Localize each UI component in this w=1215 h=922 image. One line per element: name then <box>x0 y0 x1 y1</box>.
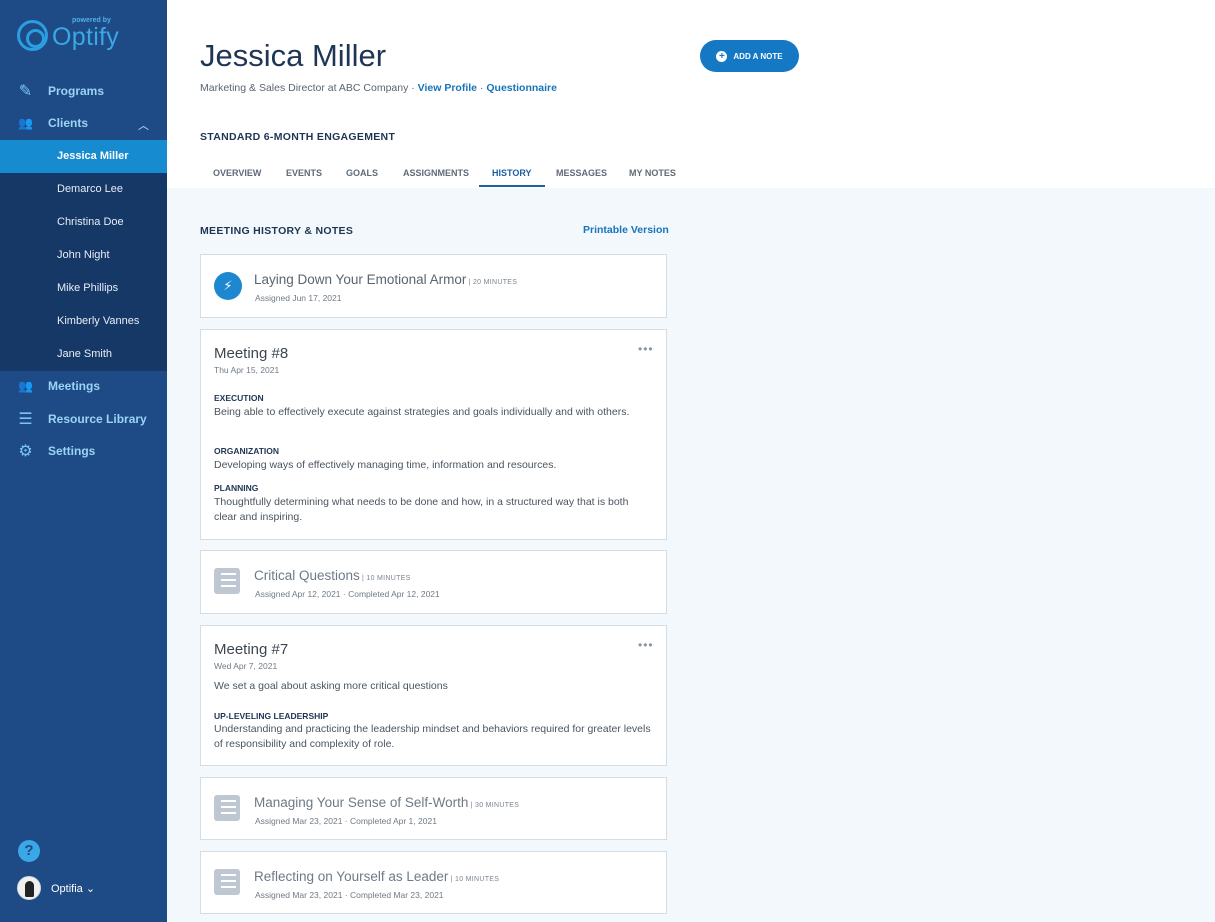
competency-text: Developing ways of effectively managing … <box>214 459 557 471</box>
list-icon <box>214 568 240 594</box>
history-item-assignment[interactable]: ⚡ Laying Down Your Emotional Armor | 20 … <box>200 254 667 318</box>
user-name: Optifia ⌄ <box>51 883 96 895</box>
meetings-icon: 👥 <box>18 379 33 393</box>
assignment-duration: | 10 MINUTES <box>448 876 500 883</box>
chevron-up-icon[interactable]: ︿ <box>138 117 149 133</box>
assignment-duration: | 10 MINUTES <box>359 575 411 582</box>
sidebar-item-label: Meetings <box>48 379 101 393</box>
history-item-assignment[interactable]: Critical Questions | 10 MINUTES Assigned… <box>200 550 667 614</box>
logo-mark-icon <box>17 20 48 51</box>
more-options-icon[interactable]: ••• <box>638 342 654 356</box>
assignment-title: Critical Questions | 10 MINUTES <box>254 568 411 583</box>
edit-icon: ✎ <box>18 83 33 100</box>
list-icon <box>214 795 240 821</box>
help-icon[interactable]: ? <box>18 840 40 862</box>
meeting-title: Meeting #8 <box>214 345 289 362</box>
page-title: Jessica Miller <box>200 38 387 73</box>
assignment-title: Reflecting on Yourself as Leader | 10 MI… <box>254 869 500 884</box>
engagement-title: STANDARD 6-MONTH ENGAGEMENT <box>200 131 396 143</box>
add-note-label: ADD A NOTE <box>733 51 783 61</box>
assignment-duration: | 20 MINUTES <box>466 279 518 286</box>
sidebar-item-meetings[interactable]: 👥 Meetings <box>0 370 167 402</box>
assignment-meta: Assigned Apr 12, 2021 · Completed Apr 12… <box>255 589 440 599</box>
logo-name: Optify <box>52 23 120 51</box>
sidebar-item-resource-library[interactable]: ☰ Resource Library <box>0 403 167 435</box>
history-item-assignment[interactable]: Reflecting on Yourself as Leader | 10 MI… <box>200 851 667 914</box>
sidebar-item-label: Resource Library <box>48 412 147 426</box>
printable-version-link[interactable]: Printable Version <box>583 224 669 236</box>
competency-text: Understanding and practicing the leaders… <box>214 723 651 750</box>
client-item-jessica-miller[interactable]: Jessica Miller <box>0 140 167 173</box>
sidebar-item-label: Clients <box>48 116 89 130</box>
sidebar-item-programs[interactable]: ✎ Programs <box>0 75 167 107</box>
add-note-button[interactable]: + ADD A NOTE <box>700 40 799 72</box>
sidebar-item-settings[interactable]: ⚙ Settings <box>0 435 167 467</box>
competency-text: Being able to effectively execute agains… <box>214 406 630 418</box>
history-content: MEETING HISTORY & NOTES Printable Versio… <box>167 188 1215 922</box>
competency-text: Thoughtfully determining what needs to b… <box>214 496 629 523</box>
tab-my-notes[interactable]: MY NOTES <box>616 159 689 187</box>
more-options-icon[interactable]: ••• <box>638 638 654 652</box>
competency-heading: PLANNING <box>214 483 259 493</box>
gear-icon: ⚙ <box>18 443 33 460</box>
plus-circle-icon: + <box>716 50 728 62</box>
assignment-meta: Assigned Mar 23, 2021 · Completed Apr 1,… <box>255 816 437 826</box>
client-item-john-night[interactable]: John Night <box>0 239 167 272</box>
client-item-mike-phillips[interactable]: Mike Phillips <box>0 272 167 305</box>
avatar <box>17 876 41 900</box>
meeting-note: We set a goal about asking more critical… <box>214 680 448 692</box>
assignment-title: Laying Down Your Emotional Armor | 20 MI… <box>254 272 518 287</box>
meeting-date: Thu Apr 15, 2021 <box>214 365 280 375</box>
sidebar: powered by Optify ✎ Programs 👥 Clients ︿… <box>0 0 167 922</box>
client-item-kimberly-vannes[interactable]: Kimberly Vannes <box>0 305 167 338</box>
meeting-date: Wed Apr 7, 2021 <box>214 661 278 671</box>
tab-events[interactable]: EVENTS <box>273 159 335 187</box>
client-item-christina-doe[interactable]: Christina Doe <box>0 206 167 239</box>
history-item-assignment[interactable]: Managing Your Sense of Self-Worth | 30 M… <box>200 777 667 840</box>
competency-heading: UP-LEVELING LEADERSHIP <box>214 711 329 721</box>
competency-heading: EXECUTION <box>214 393 264 403</box>
tab-assignments[interactable]: ASSIGNMENTS <box>390 159 482 187</box>
tab-history[interactable]: HISTORY <box>479 159 545 187</box>
client-list: Jessica Miller Demarco Lee Christina Doe… <box>0 140 167 371</box>
competency-heading: ORGANIZATION <box>214 446 280 456</box>
library-icon: ☰ <box>18 411 33 428</box>
list-icon <box>214 869 240 895</box>
assignment-title: Managing Your Sense of Self-Worth | 30 M… <box>254 795 520 810</box>
history-item-meeting[interactable]: Meeting #7 Wed Apr 7, 2021 ••• We set a … <box>200 625 667 766</box>
tab-overview[interactable]: OVERVIEW <box>200 159 274 187</box>
assignment-meta: Assigned Mar 23, 2021 · Completed Mar 23… <box>255 890 444 900</box>
assignment-duration: | 30 MINUTES <box>468 802 520 809</box>
sidebar-item-clients[interactable]: 👥 Clients ︿ <box>0 107 167 139</box>
section-title: MEETING HISTORY & NOTES <box>200 225 354 237</box>
client-item-jane-smith[interactable]: Jane Smith <box>0 338 167 371</box>
meeting-title: Meeting #7 <box>214 641 289 658</box>
tab-goals[interactable]: GOALS <box>333 159 391 187</box>
client-header: Jessica Miller Marketing & Sales Directo… <box>167 0 1215 188</box>
sidebar-item-label: Programs <box>48 84 105 98</box>
history-item-meeting[interactable]: Meeting #8 Thu Apr 15, 2021 ••• EXECUTIO… <box>200 329 667 540</box>
client-subtitle: Marketing & Sales Director at ABC Compan… <box>200 82 557 94</box>
assignment-meta: Assigned Jun 17, 2021 <box>255 293 342 303</box>
optify-logo[interactable]: powered by Optify <box>17 16 157 56</box>
tab-messages[interactable]: MESSAGES <box>543 159 620 187</box>
separator: · <box>477 82 487 94</box>
sidebar-item-label: Settings <box>48 444 96 458</box>
lightning-icon: ⚡ <box>214 272 242 300</box>
client-role: Marketing & Sales Director at ABC Compan… <box>200 82 418 94</box>
view-profile-link[interactable]: View Profile <box>418 82 477 94</box>
users-icon: 👥 <box>18 116 33 130</box>
client-item-demarco-lee[interactable]: Demarco Lee <box>0 173 167 206</box>
questionnaire-link[interactable]: Questionnaire <box>486 82 557 94</box>
